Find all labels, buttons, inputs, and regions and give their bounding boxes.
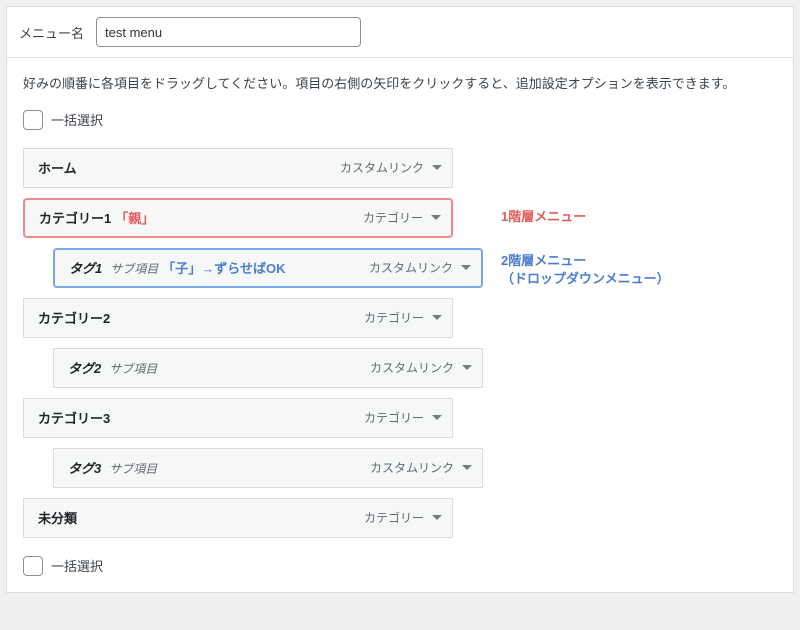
menu-item-expand[interactable]: カスタムリンク — [370, 359, 472, 376]
menu-name-row: メニュー名 — [7, 7, 793, 58]
menu-item-type: カスタムリンク — [370, 359, 454, 376]
menu-item-expand[interactable]: カスタムリンク — [340, 159, 442, 176]
menu-item-title: カテゴリー2 — [38, 308, 110, 327]
menu-item-type: カスタムリンク — [369, 259, 453, 276]
menu-item-category1[interactable]: カテゴリー1 「親」 カテゴリー — [23, 198, 453, 238]
menu-editor-panel: メニュー名 好みの順番に各項目をドラッグしてください。項目の右側の矢印をクリック… — [6, 6, 794, 593]
menu-item-tag3[interactable]: タグ3 サブ項目 カスタムリンク — [53, 448, 483, 488]
menu-item-expand[interactable]: カスタムリンク — [369, 259, 471, 276]
menu-name-input[interactable] — [96, 17, 361, 47]
chevron-down-icon — [432, 415, 442, 420]
chevron-down-icon — [462, 365, 472, 370]
chevron-down-icon — [432, 315, 442, 320]
menu-item-expand[interactable]: カスタムリンク — [370, 459, 472, 476]
annotation-level1: 1階層メニュー — [501, 208, 586, 226]
sub-item-label: サブ項目 — [110, 260, 158, 277]
sub-item-label: サブ項目 — [109, 360, 157, 377]
menu-item-type: カテゴリー — [364, 509, 424, 526]
chevron-down-icon — [461, 265, 471, 270]
bulk-select-label: 一括選択 — [51, 556, 103, 575]
menu-item-title: ホーム — [38, 158, 77, 177]
menu-item-expand[interactable]: カテゴリー — [364, 409, 442, 426]
menu-item-title: 未分類 — [38, 508, 77, 527]
menu-item-title: カテゴリー1 — [39, 208, 111, 227]
menu-item-home[interactable]: ホーム カスタムリンク — [23, 148, 453, 188]
chevron-down-icon — [432, 165, 442, 170]
menu-item-uncategorized[interactable]: 未分類 カテゴリー — [23, 498, 453, 538]
chevron-down-icon — [462, 465, 472, 470]
chevron-down-icon — [432, 515, 442, 520]
menu-item-title: タグ3 — [68, 458, 101, 477]
menu-item-expand[interactable]: カテゴリー — [364, 509, 442, 526]
annotation-child: 「子」→ずらせばOK — [162, 258, 285, 277]
menu-item-type: カテゴリー — [364, 409, 424, 426]
menu-item-type: カスタムリンク — [340, 159, 424, 176]
chevron-down-icon — [431, 215, 441, 220]
annotation-parent: 「親」 — [115, 208, 154, 227]
menu-item-type: カスタムリンク — [370, 459, 454, 476]
menu-item-type: カテゴリー — [363, 209, 423, 226]
bulk-select-checkbox[interactable] — [23, 556, 43, 576]
menu-item-type: カテゴリー — [364, 309, 424, 326]
menu-item-title: カテゴリー3 — [38, 408, 110, 427]
menu-item-tag2[interactable]: タグ2 サブ項目 カスタムリンク — [53, 348, 483, 388]
annotation-level2: 2階層メニュー （ドロップダウンメニュー） — [501, 252, 670, 288]
menu-body: 好みの順番に各項目をドラッグしてください。項目の右側の矢印をクリックすると、追加… — [7, 58, 793, 592]
menu-item-title: タグ2 — [68, 358, 101, 377]
menu-item-expand[interactable]: カテゴリー — [364, 309, 442, 326]
sub-item-label: サブ項目 — [109, 460, 157, 477]
bulk-select-label: 一括選択 — [51, 110, 103, 129]
menu-item-list: ホーム カスタムリンク カテゴリー1 「親」 カテゴリー — [23, 148, 777, 538]
bulk-select-bottom: 一括選択 — [23, 556, 777, 576]
menu-item-category2[interactable]: カテゴリー2 カテゴリー — [23, 298, 453, 338]
bulk-select-top: 一括選択 — [23, 110, 777, 130]
instruction-text: 好みの順番に各項目をドラッグしてください。項目の右側の矢印をクリックすると、追加… — [23, 74, 777, 94]
menu-item-expand[interactable]: カテゴリー — [363, 209, 441, 226]
menu-name-label: メニュー名 — [19, 23, 84, 42]
menu-item-title: タグ1 — [69, 258, 102, 277]
bulk-select-checkbox[interactable] — [23, 110, 43, 130]
menu-item-tag1[interactable]: タグ1 サブ項目 「子」→ずらせばOK カスタムリンク — [53, 248, 483, 288]
menu-item-category3[interactable]: カテゴリー3 カテゴリー — [23, 398, 453, 438]
